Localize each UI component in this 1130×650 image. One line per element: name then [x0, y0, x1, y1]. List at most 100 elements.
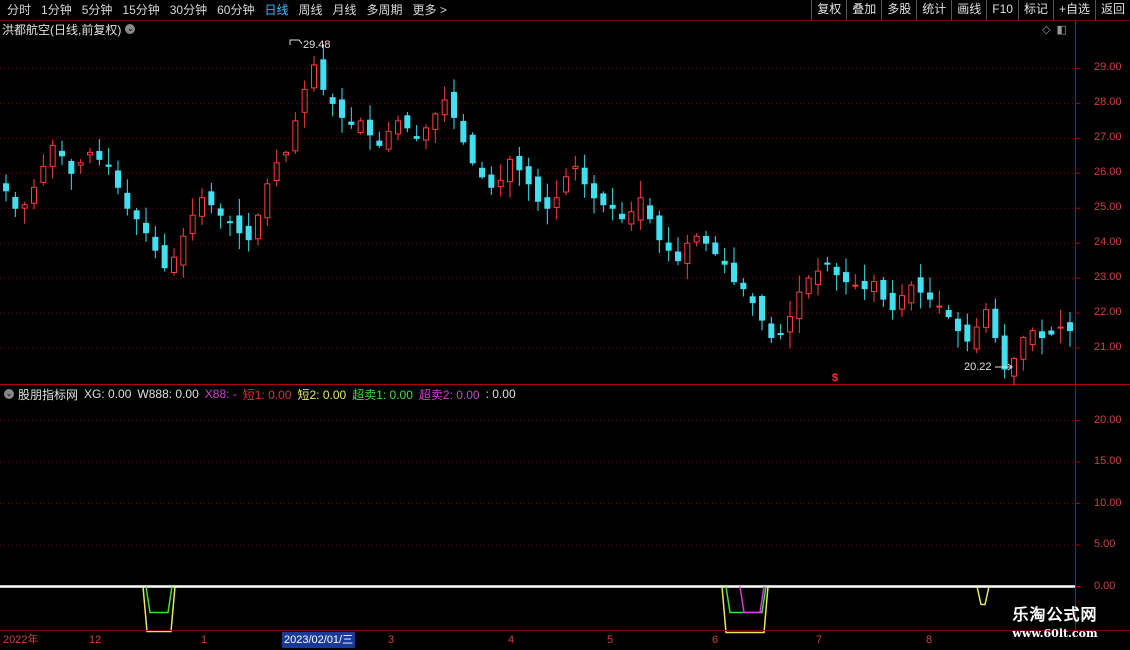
candle-body	[133, 210, 140, 220]
candle-body	[180, 235, 187, 266]
candle-body	[357, 120, 364, 133]
candle-body	[889, 292, 896, 311]
candle-body	[301, 88, 308, 113]
candle-body	[572, 165, 579, 170]
price-axis-label: 21.00	[1094, 341, 1122, 354]
candle-body	[59, 150, 65, 157]
price-axis-label: 25.00	[1094, 201, 1122, 214]
indicator-item-xg: XG: 0.00	[84, 387, 132, 401]
indicator-name: 股朋指标网	[18, 387, 79, 402]
candle-body	[413, 136, 420, 139]
candle-body	[731, 262, 737, 283]
date-label: 12	[89, 634, 102, 646]
candle-body	[423, 127, 429, 141]
candle-body	[1001, 335, 1008, 370]
date-label: 4	[508, 634, 515, 646]
indicator-item-oversold1: 超卖1: 0.00	[352, 387, 413, 402]
signal-dip	[976, 586, 990, 606]
candle-body	[488, 174, 495, 188]
candle-body	[815, 270, 821, 286]
indicator-axis-label: 10.00	[1094, 496, 1122, 509]
date-label: 3	[388, 634, 395, 646]
indicator-axis-label: 20.00	[1094, 413, 1122, 426]
candle-body	[152, 236, 159, 251]
indicator-item-oversold2: 超卖2: 0.00	[418, 387, 480, 402]
candle-body	[171, 256, 177, 273]
candle-body	[367, 119, 373, 136]
candle-body	[973, 326, 980, 350]
indicator-axis-label: 0.00	[1094, 579, 1116, 592]
indicator-item-x88: X88: -	[204, 387, 237, 401]
price-axis-label: 23.00	[1094, 271, 1122, 284]
candle-body	[703, 235, 709, 244]
candle-body	[3, 183, 9, 192]
date-axis: 2022年 12 1 2023/02/01/三 3 4 5 6 7 8	[0, 630, 1130, 649]
candle-body	[189, 214, 196, 235]
candle-body	[628, 211, 635, 225]
candle-body	[451, 91, 457, 118]
candle-body	[320, 59, 327, 90]
candle-body	[665, 242, 672, 251]
candle-body	[516, 155, 523, 171]
candle-body	[852, 284, 859, 287]
candle-body	[563, 176, 569, 193]
candle-body	[581, 167, 588, 185]
candle-body	[955, 318, 961, 332]
signal-dip	[142, 586, 176, 633]
candle-body	[283, 151, 289, 156]
candle-body	[712, 242, 719, 255]
chevron-down-icon[interactable]: ⌄	[4, 389, 14, 399]
candle-body	[619, 213, 625, 220]
candle-body	[479, 167, 485, 178]
signal-dip	[739, 586, 765, 614]
price-axis-label: 27.00	[1094, 131, 1122, 144]
candle-body	[124, 192, 131, 209]
candle-body	[843, 272, 849, 283]
candle-body	[1048, 330, 1055, 335]
candle-body	[1029, 330, 1036, 346]
candle-body	[236, 215, 243, 234]
candle-body	[777, 333, 784, 336]
candle-body	[647, 205, 653, 220]
candle-body	[553, 197, 560, 208]
candle-body	[675, 251, 681, 262]
candle-body	[983, 309, 989, 328]
date-label: 7	[816, 634, 823, 646]
candle-body	[21, 204, 28, 209]
date-label: 8	[926, 634, 933, 646]
candle-body	[507, 158, 513, 183]
price-axis-label: 28.00	[1094, 96, 1122, 109]
candle-body	[833, 266, 840, 276]
candle-body	[609, 204, 616, 209]
candle-body	[591, 183, 597, 199]
date-label-selected: 2023/02/01/三	[282, 632, 356, 648]
candle-body	[348, 121, 355, 125]
candle-body	[273, 162, 280, 182]
candle-body	[684, 242, 691, 264]
candle-body	[68, 160, 75, 174]
candle-body	[87, 151, 93, 156]
candle-body	[395, 120, 401, 135]
candle-body	[497, 179, 504, 188]
date-label: 1	[201, 634, 208, 646]
candle-body	[805, 277, 812, 295]
candle-body	[311, 64, 317, 89]
candle-body	[199, 197, 205, 217]
candle-body	[544, 197, 551, 209]
candle-body	[917, 277, 924, 293]
indicator-title: ⌄ 股朋指标网 XG: 0.00 W888: 0.00 X88: - 短1: 0…	[2, 386, 522, 402]
candle-body	[105, 164, 112, 167]
indicator-axis-label: 5.00	[1094, 538, 1116, 551]
candle-body	[227, 221, 233, 224]
candle-body	[880, 279, 887, 300]
candle-body	[255, 214, 261, 240]
price-axis-label: 29.00	[1094, 61, 1122, 74]
candle-body	[208, 191, 215, 206]
candle-body	[964, 324, 971, 342]
candle-body	[404, 115, 411, 129]
candle-body	[656, 215, 663, 241]
candle-body	[992, 308, 999, 339]
high-price-label: 29.48	[303, 39, 331, 51]
candle-body	[441, 99, 448, 116]
candle-body	[49, 144, 56, 167]
